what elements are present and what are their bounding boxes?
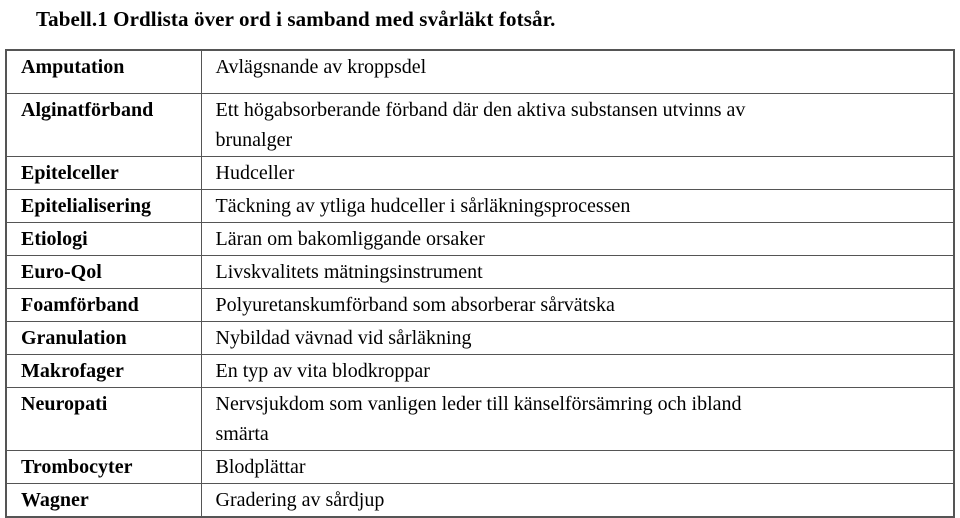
table-row: Euro-Qol Livskvalitets mätningsinstrument bbox=[5, 255, 955, 289]
glossary-term: Amputation bbox=[5, 49, 202, 94]
table-row: Epitelialisering Täckning av ytliga hudce… bbox=[5, 189, 955, 223]
definition-line: Polyuretanskumförband som absorberar sår… bbox=[215, 294, 615, 316]
glossary-definition: Blodplättar bbox=[200, 450, 955, 484]
glossary-definition: Läran om bakomliggande orsaker bbox=[200, 222, 955, 256]
definition-line: Ett högabsorberande förband där den akti… bbox=[215, 99, 746, 121]
definition-line: Avlägsnande av kroppsdel bbox=[215, 56, 427, 78]
glossary-definition: Hudceller bbox=[200, 156, 955, 190]
glossary-term: Wagner bbox=[5, 483, 202, 518]
table-row: Trombocyter Blodplättar bbox=[5, 450, 955, 484]
glossary-definition: Nervsjukdom som vanligen leder till käns… bbox=[200, 387, 955, 451]
glossary-definition: Avlägsnande av kroppsdel bbox=[200, 49, 955, 94]
definition-line: brunalger bbox=[215, 129, 293, 151]
glossary-term: Etiologi bbox=[5, 222, 202, 256]
glossary-table-body: Amputation Avlägsnande av kroppsdel Algina… bbox=[5, 49, 955, 518]
table-row: Wagner Gradering av sårdjup bbox=[5, 483, 955, 518]
table-row: Epitelceller Hudceller bbox=[5, 156, 955, 190]
glossary-definition: Polyuretanskumförband som absorberar sår… bbox=[200, 288, 955, 322]
definition-line: Nybildad vävnad vid sårläkning bbox=[215, 327, 472, 349]
table-row: Foamförband Polyuretanskumförband som abs… bbox=[5, 288, 955, 322]
glossary-definition: Täckning av ytliga hudceller i sårläknin… bbox=[200, 189, 955, 223]
glossary-definition: Livskvalitets mätningsinstrument bbox=[200, 255, 955, 289]
table-row: Amputation Avlägsnande av kroppsdel bbox=[5, 49, 955, 94]
glossary-term: Trombocyter bbox=[5, 450, 202, 484]
glossary-term: Alginatförband bbox=[5, 93, 202, 157]
glossary-definition: Ett högabsorberande förband där den akti… bbox=[200, 93, 955, 157]
glossary-definition: Gradering av sårdjup bbox=[200, 483, 955, 518]
glossary-term: Makrofager bbox=[5, 354, 202, 388]
definition-line: Läran om bakomliggande orsaker bbox=[215, 228, 485, 250]
definition-line: Gradering av sårdjup bbox=[215, 489, 385, 511]
table-row: Alginatförband Ett högabsorberande förban… bbox=[5, 93, 955, 157]
definition-line: smärta bbox=[215, 423, 269, 445]
table-caption: Tabell.1 Ordlista över ord i samband med… bbox=[36, 7, 556, 31]
definition-line: Täckning av ytliga hudceller i sårläknin… bbox=[215, 195, 631, 217]
glossary-term: Euro-Qol bbox=[5, 255, 202, 289]
glossary-definition: Nybildad vävnad vid sårläkning bbox=[200, 321, 955, 355]
table-row: Makrofager En typ av vita blodkroppar bbox=[5, 354, 955, 388]
table-row: Etiologi Läran om bakomliggande orsaker bbox=[5, 222, 955, 256]
glossary-definition: En typ av vita blodkroppar bbox=[200, 354, 955, 388]
table-row: Granulation Nybildad vävnad vid sårläknin… bbox=[5, 321, 955, 355]
definition-line: Blodplättar bbox=[215, 456, 306, 478]
glossary-term: Foamförband bbox=[5, 288, 202, 322]
glossary-term: Epitelialisering bbox=[5, 189, 202, 223]
definition-line: En typ av vita blodkroppar bbox=[215, 360, 430, 382]
glossary-term: Epitelceller bbox=[5, 156, 202, 190]
definition-line: Livskvalitets mätningsinstrument bbox=[215, 261, 483, 283]
glossary-term: Neuropati bbox=[5, 387, 202, 451]
glossary-term: Granulation bbox=[5, 321, 202, 355]
glossary-table: Amputation Avlägsnande av kroppsdel Algina… bbox=[5, 49, 955, 518]
document-page: Tabell.1 Ordlista över ord i samband med… bbox=[0, 0, 960, 518]
definition-line: Hudceller bbox=[215, 162, 295, 184]
definition-line: Nervsjukdom som vanligen leder till käns… bbox=[215, 393, 742, 415]
table-row: Neuropati Nervsjukdom som vanligen leder … bbox=[5, 387, 955, 451]
